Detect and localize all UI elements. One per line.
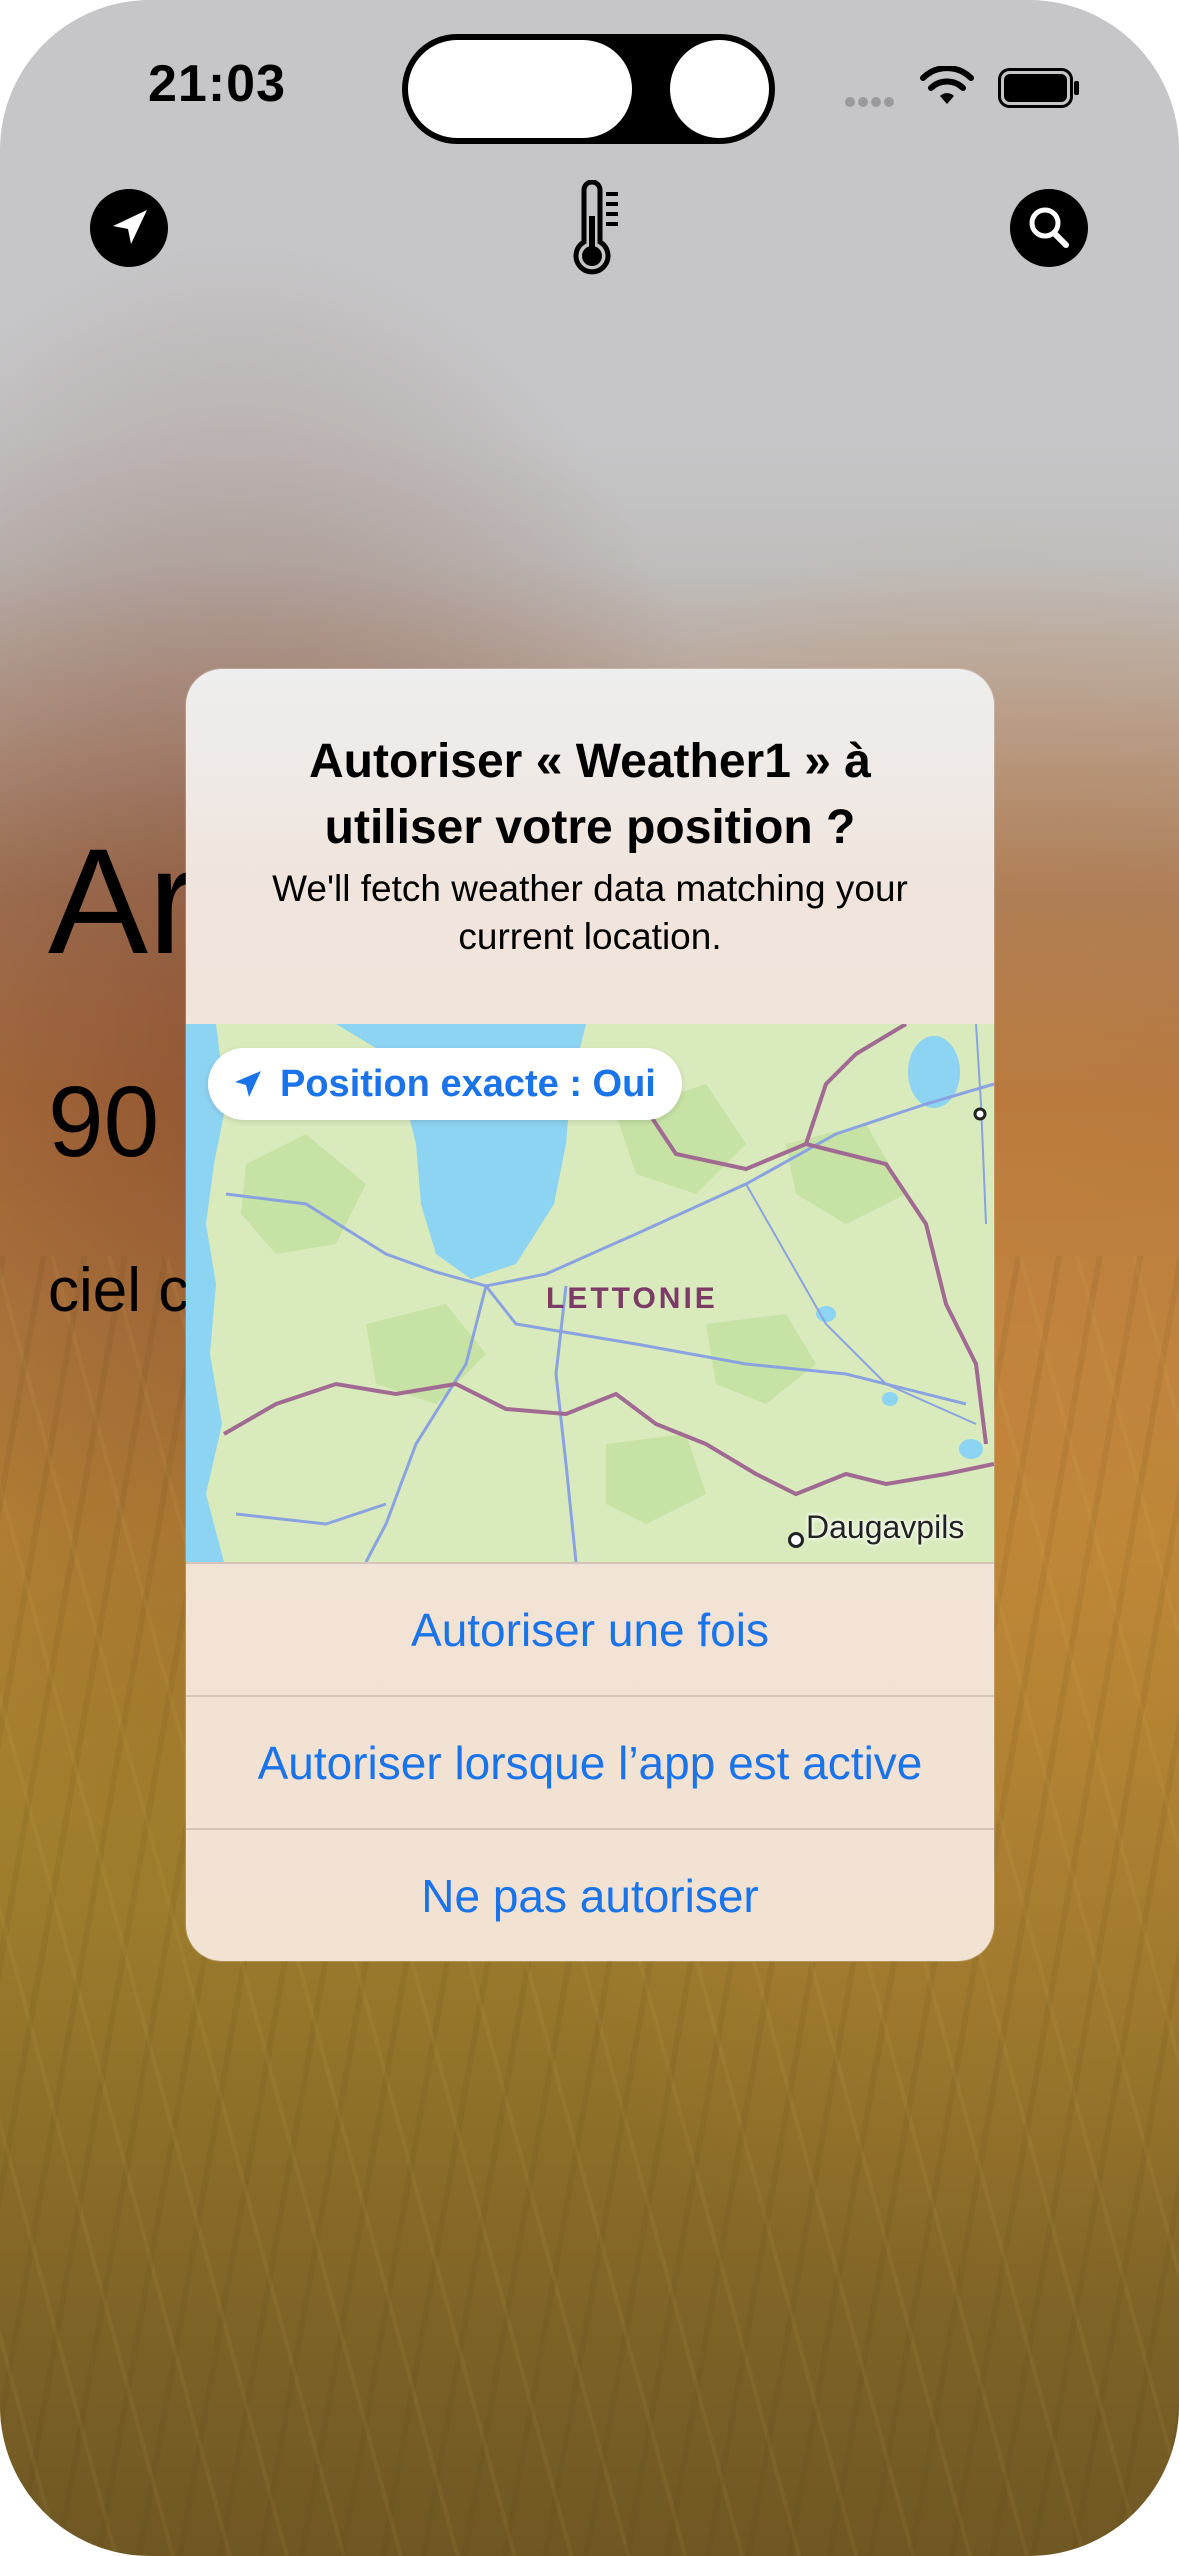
location-arrow-icon [235, 1071, 261, 1097]
island-pill-right [670, 40, 769, 138]
alert-message: We'll fetch weather data matching your c… [272, 868, 908, 957]
temperature: 90 [48, 1066, 160, 1178]
battery-icon [998, 68, 1079, 108]
location-permission-alert: Autoriser « Weather1 » à utiliser votre … [186, 669, 994, 1961]
allow-once-button[interactable]: Autoriser une fois [186, 1562, 994, 1696]
location-arrow-icon[interactable] [89, 188, 169, 268]
island-pill-left [408, 40, 632, 138]
wifi-icon [920, 66, 974, 104]
city-name: Ar [48, 817, 198, 985]
dont-allow-button[interactable]: Ne pas autoriser [186, 1828, 994, 1961]
precise-location-label: Position exacte : Oui [280, 1062, 656, 1105]
precise-location-toggle[interactable]: Position exacte : Oui [208, 1048, 682, 1120]
location-map: Position exacte : Oui LETTONIE Daugavpil… [186, 1024, 994, 1562]
search-icon[interactable] [1009, 188, 1089, 268]
dynamic-island [402, 34, 775, 144]
alert-title: Autoriser « Weather1 » à utiliser votre … [308, 735, 871, 854]
thermometer-icon[interactable] [556, 180, 628, 280]
allow-while-using-button[interactable]: Autoriser lorsque l’app est active [186, 1695, 994, 1829]
weather-description: ciel c [48, 1256, 190, 1325]
status-time: 21:03 [148, 55, 286, 113]
map-city-label: Daugavpils [806, 1509, 965, 1545]
map-city-marker [788, 1532, 804, 1548]
cellular-signal-icon [845, 94, 905, 107]
map-country-label: LETTONIE [546, 1282, 718, 1315]
phone-screen: 21:03 Ar 90 ciel c Autoriser « Weather1 … [0, 0, 1179, 2556]
